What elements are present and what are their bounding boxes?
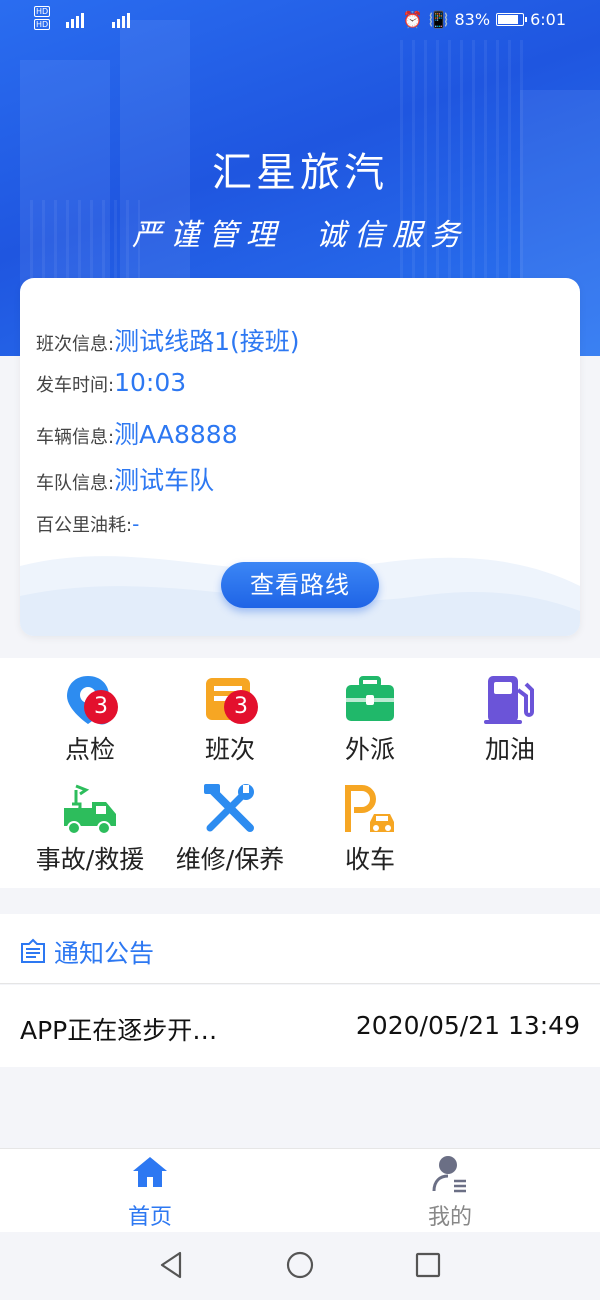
alarm-icon: ⏰ [402,10,423,29]
info-row-fuel: 百公里油耗: - [36,512,140,536]
battery-icon [496,13,528,26]
notice-header: 通知公告 [0,914,600,984]
notice-item-title: APP正在逐步开… [20,1016,218,1045]
tab-profile[interactable]: 我的 [390,1153,510,1231]
home-icon [130,1153,170,1193]
user-profile-icon [430,1153,470,1193]
slogan-left: 严谨管理 [132,218,284,253]
vibrate-icon: 📳 [428,10,449,29]
tab-home[interactable]: 首页 [90,1153,210,1231]
slogan: 严谨管理 诚信服务 [0,210,600,254]
parking-car-icon [342,782,398,838]
notice-board-icon [20,938,46,964]
inspection-badge: 3 [84,690,118,724]
function-grid: 3 点检 3 班次 外派 加油 事故/救援 维修/保养 收车 [0,658,600,888]
notice-item-date: 2020/05/21 13:49 [355,1011,580,1040]
fuel-pump-icon [482,672,538,728]
function-schedule[interactable]: 3 班次 [160,672,300,766]
notice-item[interactable]: APP正在逐步开… 2020/05/21 13:49 [0,985,600,1067]
hd-indicators: HD HD [34,6,51,30]
home-circle-icon[interactable] [285,1250,315,1280]
system-nav-bar [0,1232,600,1300]
bottom-tab-bar: 首页 我的 [0,1148,600,1232]
schedule-badge: 3 [224,690,258,724]
function-accident-rescue[interactable]: 事故/救援 [20,782,160,876]
shift-info-card: 班次信息: 测试线路1(接班) 发车时间: 10:03 车辆信息: 测AA888… [20,278,580,636]
status-bar: HD HD ⏰ 📳 83% 6:01 [0,0,600,42]
function-inspection[interactable]: 3 点检 [20,672,160,766]
info-row-shift: 班次信息: 测试线路1(接班) [36,327,300,356]
info-row-departure: 发车时间: 10:03 [36,368,187,397]
tow-truck-icon [62,782,118,838]
slogan-right: 诚信服务 [316,218,468,253]
function-return-vehicle[interactable]: 收车 [300,782,440,876]
battery-percent: 83% [454,10,491,29]
recents-icon[interactable] [413,1250,443,1280]
app-title: 汇星旅汽 [212,150,388,196]
signal-strength-icon [66,10,84,28]
info-row-vehicle: 车辆信息: 测AA8888 [36,420,238,449]
clock: 6:01 [530,10,566,29]
info-row-fleet: 车队信息: 测试车队 [36,466,215,495]
function-repair-maintenance[interactable]: 维修/保养 [160,782,300,876]
function-refuel[interactable]: 加油 [440,672,580,766]
wrench-tools-icon [202,782,258,838]
notice-section-title: 通知公告 [54,939,155,968]
function-dispatch[interactable]: 外派 [300,672,440,766]
briefcase-icon [342,672,398,728]
view-route-button[interactable]: 查看路线 [221,562,379,608]
back-icon[interactable] [156,1250,186,1280]
signal-strength-icon [112,10,130,28]
